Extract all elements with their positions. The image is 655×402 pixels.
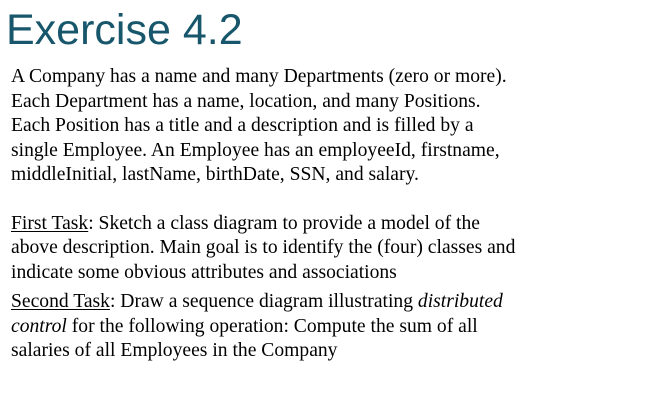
second-task-line: control for the following operation: Com… [11, 315, 647, 340]
second-task-label: Second Task [11, 291, 110, 312]
description-line: A Company has a name and many Department… [11, 66, 507, 87]
first-task: First Task: Sketch a class diagram to pr… [11, 212, 647, 286]
first-task-line: above description. Main goal is to ident… [11, 237, 516, 258]
description-line: middleInitial, lastName, birthDate, SSN,… [11, 164, 419, 185]
first-task-text: : Sketch a class diagram to provide a mo… [88, 212, 480, 234]
problem-description: A Company has a name and many Department… [11, 65, 647, 188]
second-task-emphasis: distributed [417, 291, 503, 312]
slide-body: A Company has a name and many Department… [11, 65, 647, 364]
second-task-emphasis: control [11, 315, 67, 337]
description-line: single Employee. An Employee has an empl… [11, 139, 500, 161]
slide: Exercise 4.2 A Company has a name and ma… [0, 0, 655, 402]
first-task-line: First Task: Sketch a class diagram to pr… [11, 212, 647, 237]
second-task-line: Second Task: Draw a sequence diagram ill… [11, 290, 647, 315]
second-task-text: for the following operation: Compute the… [66, 315, 478, 337]
second-task-line: salaries of all Employees in the Company [11, 340, 338, 361]
second-task-text: : Draw a sequence diagram illustrating [109, 291, 418, 312]
description-line: Each Position has a title and a descript… [11, 115, 474, 136]
first-task-line: indicate some obvious attributes and ass… [11, 261, 397, 283]
first-task-label: First Task [11, 212, 89, 234]
description-line: Each Department has a name, location, an… [11, 90, 481, 112]
slide-title: Exercise 4.2 [6, 6, 243, 54]
second-task: Second Task: Draw a sequence diagram ill… [11, 290, 647, 364]
